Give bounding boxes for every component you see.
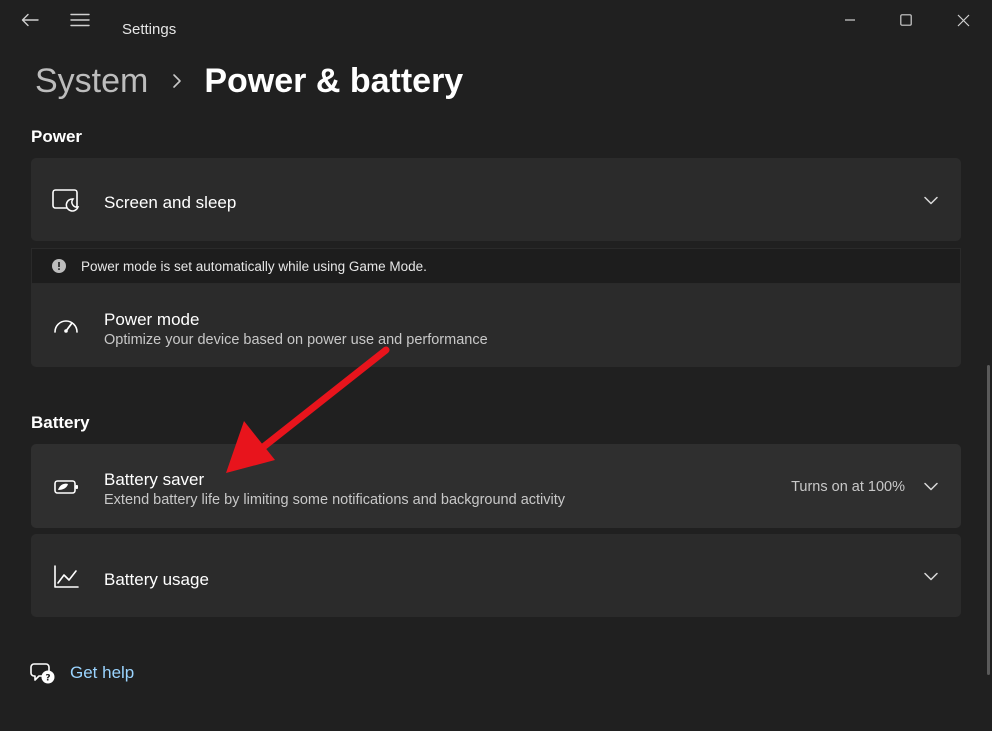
battery-saver-title: Battery saver: [104, 470, 205, 489]
section-header-power: Power: [31, 127, 83, 146]
breadcrumb: System Power & battery: [35, 58, 463, 104]
speedometer-icon: [51, 311, 81, 341]
chevron-down-icon[interactable]: [921, 190, 941, 210]
get-help-link[interactable]: ? Get help: [30, 657, 134, 689]
notice-text: Power mode is set automatically while us…: [81, 258, 427, 274]
get-help-label: Get help: [70, 663, 135, 682]
game-mode-notice: Power mode is set automatically while us…: [31, 248, 961, 284]
battery-saver-card[interactable]: Battery saver Extend battery life by lim…: [31, 444, 961, 528]
minimize-icon: [845, 19, 855, 21]
chevron-right-icon: [172, 73, 182, 89]
back-button[interactable]: [10, 0, 50, 40]
power-mode-description: Optimize your device based on power use …: [104, 332, 488, 348]
breadcrumb-parent-system[interactable]: System: [35, 62, 148, 101]
section-header-battery: Battery: [31, 413, 90, 432]
battery-usage-title: Battery usage: [104, 570, 209, 589]
back-arrow-icon: [21, 13, 39, 27]
app-title: Settings: [122, 21, 177, 38]
chevron-down-icon[interactable]: [921, 566, 941, 586]
close-icon: [957, 14, 969, 26]
scrollbar[interactable]: [987, 365, 990, 675]
battery-saver-status: Turns on at 100%: [791, 479, 905, 495]
maximize-button[interactable]: [880, 0, 932, 40]
screen-sleep-icon: [51, 185, 81, 215]
battery-saver-icon: [51, 472, 81, 502]
battery-saver-description: Extend battery life by limiting some not…: [104, 492, 566, 508]
navigation-menu-button[interactable]: [60, 0, 100, 40]
hamburger-menu-icon: [70, 13, 90, 27]
page-title: Power & battery: [204, 61, 464, 100]
power-mode-card: Power mode Optimize your device based on…: [31, 284, 961, 367]
chevron-down-icon[interactable]: [921, 476, 941, 496]
battery-usage-card[interactable]: Battery usage: [31, 534, 961, 617]
screen-and-sleep-card[interactable]: Screen and sleep: [31, 158, 961, 241]
help-chat-icon: ?: [30, 663, 55, 684]
screen-and-sleep-title: Screen and sleep: [104, 193, 237, 212]
maximize-icon: [900, 14, 912, 26]
info-icon: [50, 257, 68, 275]
minimize-button[interactable]: [825, 0, 875, 40]
line-chart-icon: [51, 562, 81, 592]
close-button[interactable]: [936, 0, 990, 40]
svg-text:?: ?: [45, 674, 50, 684]
title-bar: Settings: [0, 0, 992, 60]
power-mode-title: Power mode: [104, 310, 200, 329]
